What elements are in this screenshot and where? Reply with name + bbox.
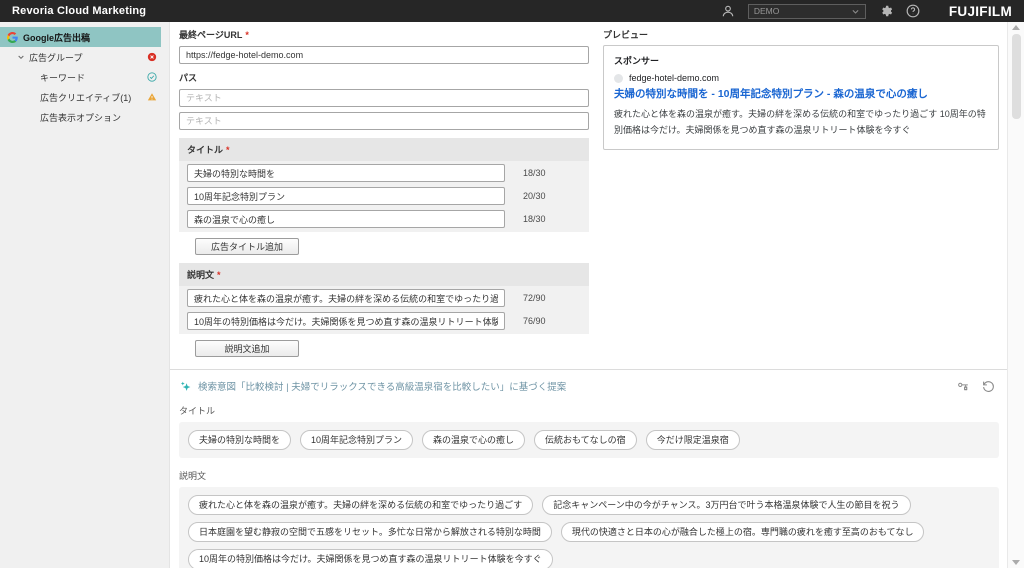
- favicon-placeholder-icon: [614, 74, 623, 83]
- sidebar-item-label: 広告グループ: [29, 51, 82, 64]
- chevron-down-icon: [851, 7, 860, 16]
- description-suggestions-panel: 疲れた心と体を森の温泉が癒す。夫婦の絆を深める伝統の和室でゆったり過ごす 記念キ…: [179, 487, 999, 568]
- title-input-1[interactable]: [187, 164, 505, 182]
- sidebar: Google広告出稿 広告グループ キーワード 広告クリエイティブ(1): [0, 22, 170, 568]
- title-counter-3: 18/30: [523, 214, 546, 224]
- app-window: Revoria Cloud Marketing DEMO FUJIFILM: [0, 0, 1024, 568]
- title-suggestions-panel: 夫婦の特別な時間を 10周年記念特別プラン 森の温泉で心の癒し 伝統おもてなしの…: [179, 422, 999, 458]
- description-suggestion-chip[interactable]: 記念キャンペーン中の今がチャンス。3万円台で叶う本格温泉体験で人生の節目を祝う: [542, 495, 910, 515]
- sidebar-item-google-ad[interactable]: Google広告出稿: [0, 27, 161, 47]
- path-label: パス: [179, 71, 589, 84]
- scroll-up-arrow-icon[interactable]: [1012, 25, 1020, 30]
- google-icon: [7, 32, 18, 43]
- sidebar-item-ad-creative[interactable]: 広告クリエイティブ(1): [0, 87, 169, 107]
- gear-icon[interactable]: [879, 4, 893, 18]
- scrollbar-thumb[interactable]: [1012, 34, 1021, 119]
- required-mark: *: [245, 30, 249, 40]
- description-row: 72/90: [179, 286, 589, 309]
- title-input-2[interactable]: [187, 187, 505, 205]
- description-counter-1: 72/90: [523, 293, 546, 303]
- title-counter-1: 18/30: [523, 168, 546, 178]
- preview-ad-description: 疲れた心と体を森の温泉が癒す。夫婦の絆を深める伝統の和室でゆったり過ごす 10周…: [614, 107, 988, 139]
- user-icon[interactable]: [721, 4, 735, 18]
- preview-domain-row: fedge-hotel-demo.com: [614, 73, 988, 83]
- description-suggestion-chip[interactable]: 10周年の特別価格は今だけ。夫婦関係を見つめ直す森の温泉リトリート体験を今すぐ: [188, 549, 553, 568]
- section-divider: [170, 369, 1007, 370]
- title-suggestion-chip[interactable]: 10周年記念特別プラン: [300, 430, 413, 450]
- path-input-2[interactable]: [179, 112, 589, 130]
- title-input-3[interactable]: [187, 210, 505, 228]
- sidebar-item-label: 広告クリエイティブ(1): [40, 91, 131, 104]
- suggestions-title-label: タイトル: [179, 404, 999, 417]
- final-url-label: 最終ページURL*: [179, 28, 589, 41]
- check-circle-icon: [147, 72, 157, 82]
- required-mark: *: [226, 145, 230, 155]
- sidebar-item-label: キーワード: [40, 71, 85, 84]
- required-mark: *: [217, 270, 221, 280]
- preview-domain: fedge-hotel-demo.com: [629, 73, 719, 83]
- sidebar-item-label: Google広告出稿: [23, 31, 90, 44]
- description-suggestion-chip[interactable]: 疲れた心と体を森の温泉が癒す。夫婦の絆を深める伝統の和室でゆったり過ごす: [188, 495, 533, 515]
- title-row: 18/30: [179, 207, 589, 230]
- warning-icon: [147, 92, 157, 102]
- main-content: 最終ページURL* パス タイトル* 18/30 20/30: [170, 22, 1007, 568]
- sponsor-label: スポンサー: [614, 54, 988, 67]
- description-suggestion-chip[interactable]: 日本庭園を望む静寂の空間で五感をリセット。多忙な日常から解放される特別な時間: [188, 522, 552, 542]
- help-icon[interactable]: [906, 4, 920, 18]
- descriptions-section-header: 説明文*: [179, 263, 589, 286]
- refresh-icon[interactable]: [982, 380, 995, 393]
- topbar: Revoria Cloud Marketing DEMO FUJIFILM: [0, 0, 1024, 22]
- app-title: Revoria Cloud Marketing: [12, 5, 146, 17]
- title-row: 18/30: [179, 161, 589, 184]
- title-suggestion-chip[interactable]: 今だけ限定温泉宿: [646, 430, 740, 450]
- vertical-scrollbar[interactable]: [1007, 22, 1024, 568]
- final-url-input[interactable]: [179, 46, 589, 64]
- title-suggestion-chip[interactable]: 伝統おもてなしの宿: [534, 430, 637, 450]
- title-row: 20/30: [179, 184, 589, 207]
- sidebar-item-label: 広告表示オプション: [40, 111, 121, 124]
- account-select[interactable]: DEMO: [748, 4, 866, 19]
- sparkle-icon: [179, 380, 192, 393]
- preview-panel: プレビュー スポンサー fedge-hotel-demo.com 夫婦の特別な時…: [603, 28, 999, 360]
- description-row: 76/90: [179, 309, 589, 332]
- suggestions-header-text: 検索意図「比較検討 | 夫婦でリラックスできる高級温泉宿を比較したい」に基づく提…: [198, 379, 566, 393]
- sidebar-item-ad-group[interactable]: 広告グループ: [0, 47, 169, 67]
- sidebar-item-ad-extensions[interactable]: 広告表示オプション: [0, 107, 169, 127]
- description-input-2[interactable]: [187, 312, 505, 330]
- key-lock-icon[interactable]: [957, 380, 970, 393]
- titles-section: タイトル* 18/30 20/30 18/30: [179, 138, 589, 232]
- sidebar-item-keywords[interactable]: キーワード: [0, 67, 169, 87]
- error-icon: [147, 52, 157, 62]
- account-select-value: DEMO: [754, 6, 780, 16]
- descriptions-section: 説明文* 72/90 76/90: [179, 263, 589, 334]
- description-input-1[interactable]: [187, 289, 505, 307]
- preview-ad-title: 夫婦の特別な時間を - 10周年記念特別プラン - 森の温泉で心の癒し: [614, 87, 988, 102]
- chevron-down-icon[interactable]: [17, 53, 25, 61]
- ad-form: 最終ページURL* パス タイトル* 18/30 20/30: [179, 28, 589, 360]
- description-suggestion-chip[interactable]: 現代の快適さと日本の心が融合した極上の宿。専門職の疲れを癒す至高のおもてなし: [561, 522, 925, 542]
- description-counter-2: 76/90: [523, 316, 546, 326]
- title-suggestion-chip[interactable]: 森の温泉で心の癒し: [422, 430, 525, 450]
- suggestions-header: 検索意図「比較検討 | 夫婦でリラックスできる高級温泉宿を比較したい」に基づく提…: [179, 379, 999, 393]
- preview-label: プレビュー: [603, 28, 999, 41]
- add-title-button[interactable]: 広告タイトル追加: [195, 238, 299, 255]
- fujifilm-logo: FUJIFILM: [949, 4, 1012, 19]
- suggestions-description-label: 説明文: [179, 469, 999, 482]
- ad-preview-card: スポンサー fedge-hotel-demo.com 夫婦の特別な時間を - 1…: [603, 45, 999, 150]
- title-suggestion-chip[interactable]: 夫婦の特別な時間を: [188, 430, 291, 450]
- path-input-1[interactable]: [179, 89, 589, 107]
- add-description-button[interactable]: 説明文追加: [195, 340, 299, 357]
- titles-section-header: タイトル*: [179, 138, 589, 161]
- scroll-down-arrow-icon[interactable]: [1012, 560, 1020, 565]
- title-counter-2: 20/30: [523, 191, 546, 201]
